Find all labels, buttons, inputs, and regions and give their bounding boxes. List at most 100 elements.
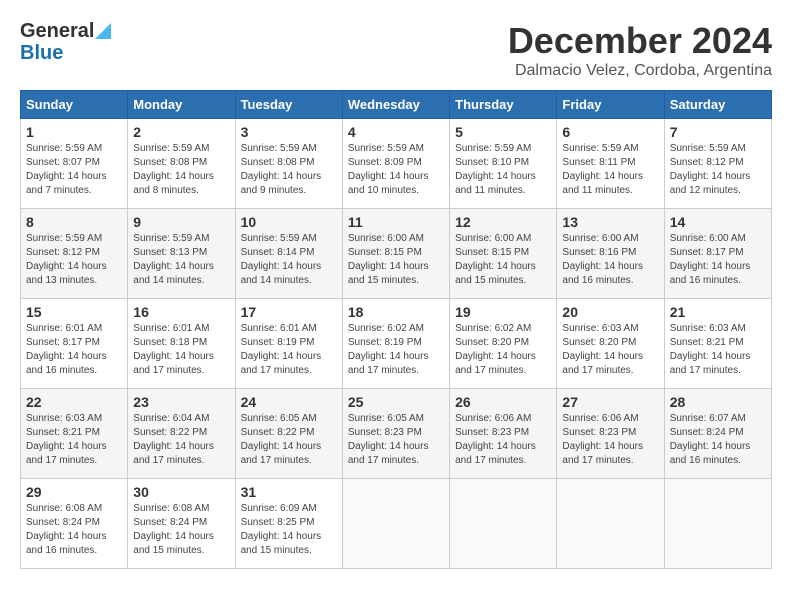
day-info: Sunrise: 6:06 AMSunset: 8:23 PMDaylight:… bbox=[562, 413, 643, 466]
calendar-cell: 12 Sunrise: 6:00 AMSunset: 8:15 PMDaylig… bbox=[450, 209, 557, 299]
calendar-week-row: 29 Sunrise: 6:08 AMSunset: 8:24 PMDaylig… bbox=[21, 479, 772, 569]
calendar-header-row: SundayMondayTuesdayWednesdayThursdayFrid… bbox=[21, 91, 772, 119]
day-info: Sunrise: 6:07 AMSunset: 8:24 PMDaylight:… bbox=[670, 413, 751, 466]
column-header-friday: Friday bbox=[557, 91, 664, 119]
column-header-sunday: Sunday bbox=[21, 91, 128, 119]
day-info: Sunrise: 5:59 AMSunset: 8:07 PMDaylight:… bbox=[26, 143, 107, 196]
calendar-cell: 1 Sunrise: 5:59 AMSunset: 8:07 PMDayligh… bbox=[21, 119, 128, 209]
day-number: 29 bbox=[26, 484, 122, 500]
day-number: 15 bbox=[26, 304, 122, 320]
day-number: 7 bbox=[670, 124, 766, 140]
day-number: 24 bbox=[241, 394, 337, 410]
day-info: Sunrise: 5:59 AMSunset: 8:11 PMDaylight:… bbox=[562, 143, 643, 196]
calendar-cell: 17 Sunrise: 6:01 AMSunset: 8:19 PMDaylig… bbox=[235, 299, 342, 389]
day-number: 21 bbox=[670, 304, 766, 320]
day-number: 2 bbox=[133, 124, 229, 140]
day-info: Sunrise: 5:59 AMSunset: 8:12 PMDaylight:… bbox=[670, 143, 751, 196]
day-info: Sunrise: 5:59 AMSunset: 8:12 PMDaylight:… bbox=[26, 233, 107, 286]
day-info: Sunrise: 5:59 AMSunset: 8:08 PMDaylight:… bbox=[133, 143, 214, 196]
day-number: 25 bbox=[348, 394, 444, 410]
day-info: Sunrise: 5:59 AMSunset: 8:08 PMDaylight:… bbox=[241, 143, 322, 196]
day-info: Sunrise: 6:01 AMSunset: 8:19 PMDaylight:… bbox=[241, 323, 322, 376]
column-header-monday: Monday bbox=[128, 91, 235, 119]
day-info: Sunrise: 6:09 AMSunset: 8:25 PMDaylight:… bbox=[241, 503, 322, 556]
day-number: 9 bbox=[133, 214, 229, 230]
calendar-cell: 3 Sunrise: 5:59 AMSunset: 8:08 PMDayligh… bbox=[235, 119, 342, 209]
day-number: 20 bbox=[562, 304, 658, 320]
day-number: 17 bbox=[241, 304, 337, 320]
day-number: 12 bbox=[455, 214, 551, 230]
day-number: 31 bbox=[241, 484, 337, 500]
calendar-week-row: 1 Sunrise: 5:59 AMSunset: 8:07 PMDayligh… bbox=[21, 119, 772, 209]
day-info: Sunrise: 6:05 AMSunset: 8:22 PMDaylight:… bbox=[241, 413, 322, 466]
calendar-cell: 9 Sunrise: 5:59 AMSunset: 8:13 PMDayligh… bbox=[128, 209, 235, 299]
day-number: 14 bbox=[670, 214, 766, 230]
day-info: Sunrise: 6:08 AMSunset: 8:24 PMDaylight:… bbox=[133, 503, 214, 556]
day-number: 27 bbox=[562, 394, 658, 410]
calendar-week-row: 22 Sunrise: 6:03 AMSunset: 8:21 PMDaylig… bbox=[21, 389, 772, 479]
logo-blue: Blue bbox=[20, 42, 63, 64]
page-subtitle: Dalmacio Velez, Cordoba, Argentina bbox=[508, 62, 772, 80]
calendar-cell bbox=[557, 479, 664, 569]
day-info: Sunrise: 6:02 AMSunset: 8:19 PMDaylight:… bbox=[348, 323, 429, 376]
day-number: 1 bbox=[26, 124, 122, 140]
calendar-cell: 8 Sunrise: 5:59 AMSunset: 8:12 PMDayligh… bbox=[21, 209, 128, 299]
day-number: 19 bbox=[455, 304, 551, 320]
day-number: 30 bbox=[133, 484, 229, 500]
calendar-cell: 29 Sunrise: 6:08 AMSunset: 8:24 PMDaylig… bbox=[21, 479, 128, 569]
day-info: Sunrise: 6:02 AMSunset: 8:20 PMDaylight:… bbox=[455, 323, 536, 376]
day-number: 11 bbox=[348, 214, 444, 230]
column-header-wednesday: Wednesday bbox=[342, 91, 449, 119]
calendar-cell: 21 Sunrise: 6:03 AMSunset: 8:21 PMDaylig… bbox=[664, 299, 771, 389]
calendar-cell bbox=[342, 479, 449, 569]
calendar-cell: 4 Sunrise: 5:59 AMSunset: 8:09 PMDayligh… bbox=[342, 119, 449, 209]
calendar-cell bbox=[664, 479, 771, 569]
day-number: 22 bbox=[26, 394, 122, 410]
day-info: Sunrise: 6:04 AMSunset: 8:22 PMDaylight:… bbox=[133, 413, 214, 466]
calendar-cell: 14 Sunrise: 6:00 AMSunset: 8:17 PMDaylig… bbox=[664, 209, 771, 299]
day-number: 6 bbox=[562, 124, 658, 140]
day-number: 16 bbox=[133, 304, 229, 320]
calendar-cell: 22 Sunrise: 6:03 AMSunset: 8:21 PMDaylig… bbox=[21, 389, 128, 479]
calendar-cell: 5 Sunrise: 5:59 AMSunset: 8:10 PMDayligh… bbox=[450, 119, 557, 209]
day-info: Sunrise: 6:03 AMSunset: 8:21 PMDaylight:… bbox=[26, 413, 107, 466]
day-info: Sunrise: 5:59 AMSunset: 8:09 PMDaylight:… bbox=[348, 143, 429, 196]
calendar-cell: 7 Sunrise: 5:59 AMSunset: 8:12 PMDayligh… bbox=[664, 119, 771, 209]
calendar-cell: 27 Sunrise: 6:06 AMSunset: 8:23 PMDaylig… bbox=[557, 389, 664, 479]
calendar-cell: 15 Sunrise: 6:01 AMSunset: 8:17 PMDaylig… bbox=[21, 299, 128, 389]
day-number: 26 bbox=[455, 394, 551, 410]
column-header-tuesday: Tuesday bbox=[235, 91, 342, 119]
logo-general: General bbox=[20, 20, 94, 42]
day-number: 3 bbox=[241, 124, 337, 140]
day-info: Sunrise: 6:08 AMSunset: 8:24 PMDaylight:… bbox=[26, 503, 107, 556]
day-number: 13 bbox=[562, 214, 658, 230]
day-number: 10 bbox=[241, 214, 337, 230]
day-number: 28 bbox=[670, 394, 766, 410]
day-info: Sunrise: 6:00 AMSunset: 8:17 PMDaylight:… bbox=[670, 233, 751, 286]
calendar-table: SundayMondayTuesdayWednesdayThursdayFrid… bbox=[20, 90, 772, 569]
calendar-cell: 24 Sunrise: 6:05 AMSunset: 8:22 PMDaylig… bbox=[235, 389, 342, 479]
logo: General Blue bbox=[20, 20, 111, 64]
column-header-thursday: Thursday bbox=[450, 91, 557, 119]
calendar-cell: 19 Sunrise: 6:02 AMSunset: 8:20 PMDaylig… bbox=[450, 299, 557, 389]
calendar-cell: 16 Sunrise: 6:01 AMSunset: 8:18 PMDaylig… bbox=[128, 299, 235, 389]
calendar-cell: 28 Sunrise: 6:07 AMSunset: 8:24 PMDaylig… bbox=[664, 389, 771, 479]
calendar-week-row: 8 Sunrise: 5:59 AMSunset: 8:12 PMDayligh… bbox=[21, 209, 772, 299]
day-info: Sunrise: 5:59 AMSunset: 8:10 PMDaylight:… bbox=[455, 143, 536, 196]
column-header-saturday: Saturday bbox=[664, 91, 771, 119]
page-title: December 2024 bbox=[508, 20, 772, 62]
day-info: Sunrise: 5:59 AMSunset: 8:14 PMDaylight:… bbox=[241, 233, 322, 286]
day-number: 5 bbox=[455, 124, 551, 140]
day-info: Sunrise: 5:59 AMSunset: 8:13 PMDaylight:… bbox=[133, 233, 214, 286]
day-info: Sunrise: 6:00 AMSunset: 8:15 PMDaylight:… bbox=[348, 233, 429, 286]
calendar-cell: 26 Sunrise: 6:06 AMSunset: 8:23 PMDaylig… bbox=[450, 389, 557, 479]
day-info: Sunrise: 6:00 AMSunset: 8:16 PMDaylight:… bbox=[562, 233, 643, 286]
title-block: December 2024 Dalmacio Velez, Cordoba, A… bbox=[508, 20, 772, 80]
day-info: Sunrise: 6:01 AMSunset: 8:18 PMDaylight:… bbox=[133, 323, 214, 376]
calendar-cell: 13 Sunrise: 6:00 AMSunset: 8:16 PMDaylig… bbox=[557, 209, 664, 299]
calendar-cell: 25 Sunrise: 6:05 AMSunset: 8:23 PMDaylig… bbox=[342, 389, 449, 479]
day-info: Sunrise: 6:03 AMSunset: 8:21 PMDaylight:… bbox=[670, 323, 751, 376]
day-info: Sunrise: 6:01 AMSunset: 8:17 PMDaylight:… bbox=[26, 323, 107, 376]
day-number: 18 bbox=[348, 304, 444, 320]
calendar-cell: 30 Sunrise: 6:08 AMSunset: 8:24 PMDaylig… bbox=[128, 479, 235, 569]
